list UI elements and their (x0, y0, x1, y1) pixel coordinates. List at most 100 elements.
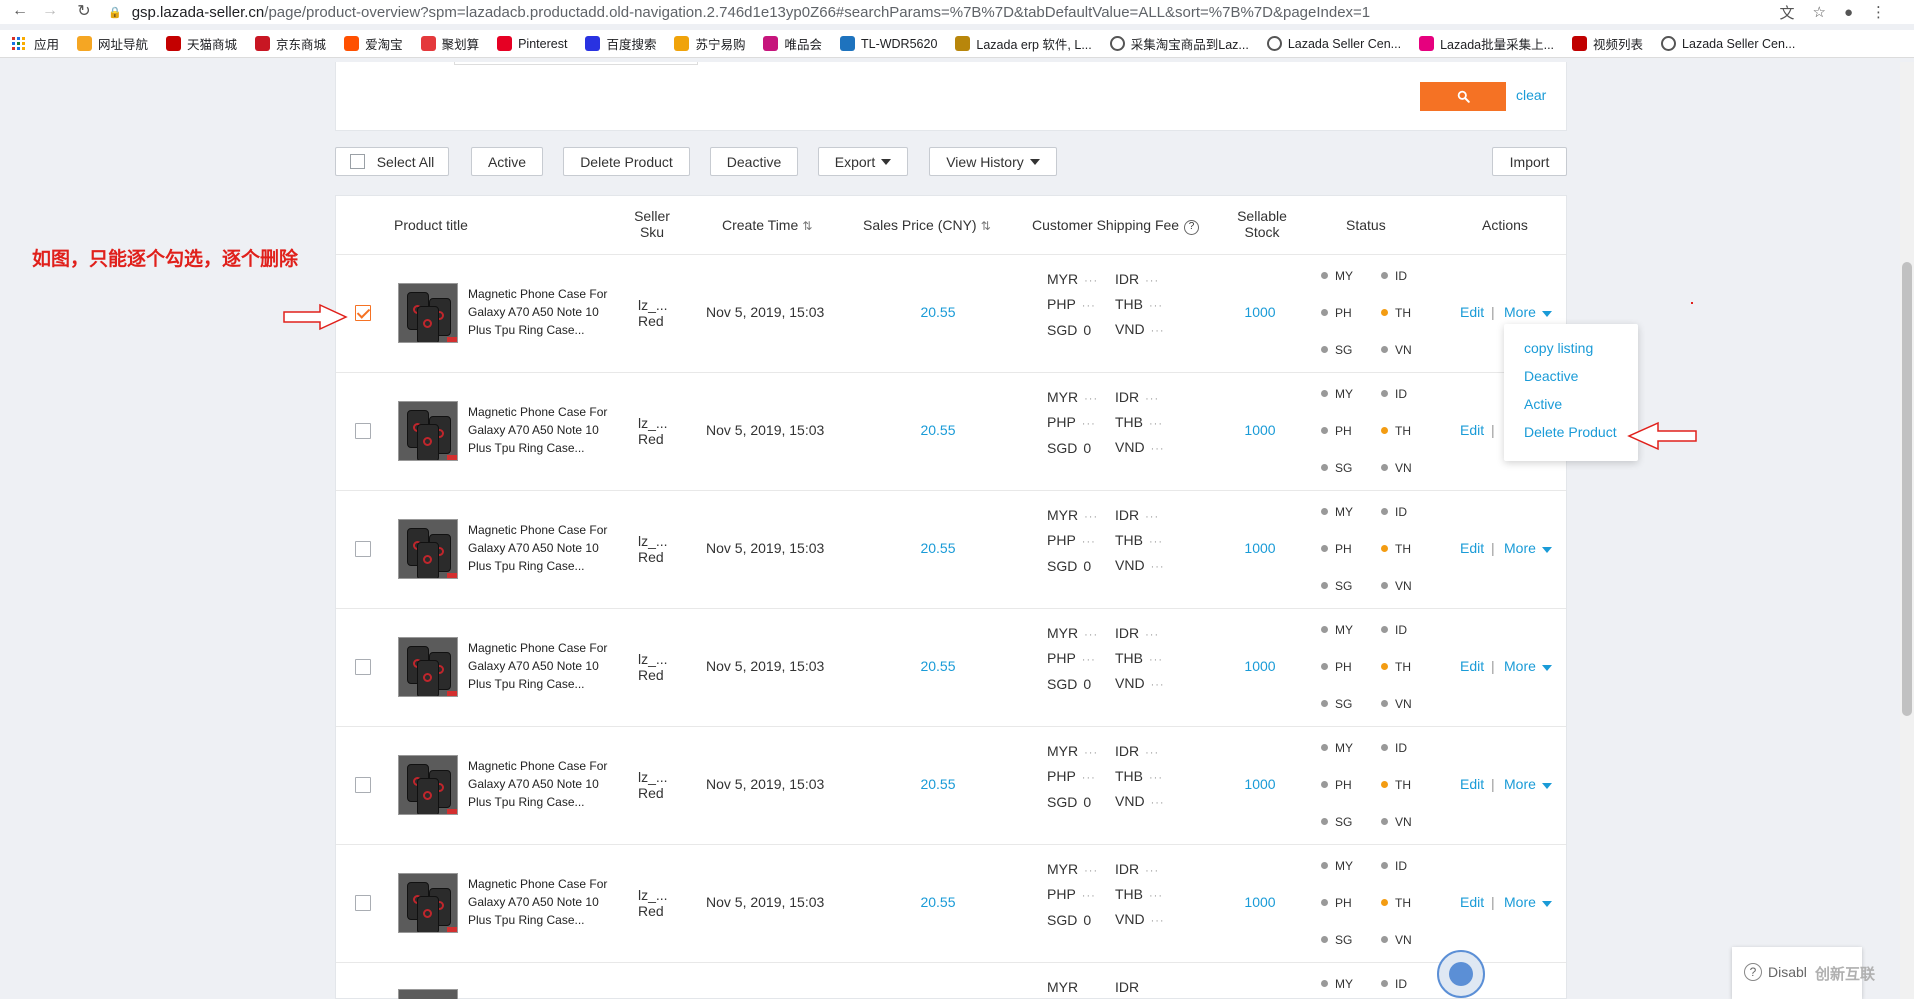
sales-price[interactable]: 20.55 (908, 540, 968, 556)
back-icon[interactable]: ← (8, 0, 32, 22)
fee-expand-icon[interactable]: ··· (1145, 747, 1159, 759)
product-title[interactable]: Magnetic Phone Case For Galaxy A70 A50 N… (468, 875, 618, 929)
product-thumbnail[interactable] (398, 283, 458, 343)
sellable-stock[interactable]: 1000 (1240, 658, 1280, 674)
product-thumbnail[interactable] (398, 989, 458, 999)
export-button[interactable]: Export (818, 147, 908, 176)
fee-expand-icon[interactable]: ··· (1082, 300, 1096, 312)
fee-expand-icon[interactable]: ··· (1145, 865, 1159, 877)
bookmark-item[interactable]: 聚划算 (420, 34, 479, 53)
sales-price[interactable]: 20.55 (908, 658, 968, 674)
row-checkbox[interactable] (355, 541, 371, 557)
fee-expand-icon[interactable]: ··· (1084, 511, 1098, 523)
row-checkbox[interactable] (355, 423, 371, 439)
menu-kebab-icon[interactable]: ⋮ (1871, 3, 1886, 21)
sellable-stock[interactable]: 1000 (1240, 894, 1280, 910)
bookmark-item[interactable]: Lazada Seller Cen... (1661, 36, 1795, 51)
deactive-button[interactable]: Deactive (710, 147, 798, 176)
fee-expand-icon[interactable]: ··· (1082, 418, 1096, 430)
bookmark-item[interactable]: 应用 (12, 34, 59, 53)
fee-expand-icon[interactable]: ··· (1145, 393, 1159, 405)
fee-expand-icon[interactable]: ··· (1149, 890, 1163, 902)
bookmark-item[interactable]: 百度搜索 (585, 34, 656, 53)
sales-price[interactable]: 20.55 (908, 894, 968, 910)
import-button[interactable]: Import (1492, 147, 1567, 176)
edit-link[interactable]: Edit (1460, 776, 1484, 792)
fee-expand-icon[interactable]: ··· (1084, 275, 1098, 287)
fee-expand-icon[interactable]: ··· (1082, 654, 1096, 666)
sales-price[interactable]: 20.55 (908, 304, 968, 320)
more-dropdown[interactable]: More (1504, 304, 1552, 320)
product-title[interactable]: Magnetic Phone Case For Galaxy A70 A50 N… (468, 639, 618, 693)
bookmark-item[interactable]: TL-WDR5620 (839, 36, 937, 51)
bookmark-item[interactable]: Lazada erp 软件, L... (955, 34, 1092, 53)
fee-expand-icon[interactable]: ··· (1084, 629, 1098, 641)
header-sales-price[interactable]: Sales Price (CNY) ⇅ (863, 217, 991, 234)
fee-expand-icon[interactable]: ··· (1151, 325, 1165, 337)
fee-expand-icon[interactable]: ··· (1151, 679, 1165, 691)
product-title[interactable]: Magnetic Phone Case For Galaxy A70 A50 N… (468, 521, 618, 575)
sellable-stock[interactable]: 1000 (1240, 540, 1280, 556)
product-thumbnail[interactable] (398, 637, 458, 697)
bookmark-item[interactable]: 苏宁易购 (674, 34, 745, 53)
fee-expand-icon[interactable]: ··· (1149, 418, 1163, 430)
sellable-stock[interactable]: 1000 (1240, 422, 1280, 438)
edit-link[interactable]: Edit (1460, 304, 1484, 320)
menu-item-active[interactable]: Active (1524, 396, 1562, 412)
bookmark-item[interactable]: 唯品会 (763, 34, 822, 53)
search-field-edge[interactable] (454, 62, 698, 65)
more-dropdown[interactable]: More (1504, 658, 1552, 674)
bookmark-item[interactable]: 采集淘宝商品到Laz... (1109, 34, 1249, 53)
product-title[interactable]: Magnetic Phone Case For Galaxy A70 A50 N… (468, 757, 618, 811)
fee-expand-icon[interactable]: ··· (1149, 300, 1163, 312)
product-title[interactable]: Magnetic Phone Case For Galaxy A70 A50 N… (468, 403, 618, 457)
translate-icon[interactable]: 文 (1779, 2, 1794, 23)
product-thumbnail[interactable] (398, 755, 458, 815)
select-all-button[interactable]: Select All (335, 147, 449, 176)
row-checkbox[interactable] (355, 777, 371, 793)
edit-link[interactable]: Edit (1460, 658, 1484, 674)
fee-expand-icon[interactable]: ··· (1149, 772, 1163, 784)
bookmark-item[interactable]: 网址导航 (77, 34, 148, 53)
account-icon[interactable]: ● (1844, 4, 1853, 21)
help-icon[interactable]: ? (1184, 219, 1200, 235)
row-checkbox[interactable] (355, 305, 371, 321)
view-history-button[interactable]: View History (929, 147, 1057, 176)
more-dropdown[interactable]: More (1504, 894, 1552, 910)
active-button[interactable]: Active (471, 147, 543, 176)
address-bar[interactable]: 🔒 gsp.lazada-seller.cn/page/product-over… (108, 0, 1788, 24)
clear-link[interactable]: clear (1516, 87, 1546, 103)
sales-price[interactable]: 20.55 (908, 422, 968, 438)
product-thumbnail[interactable] (398, 519, 458, 579)
menu-item-copy-listing[interactable]: copy listing (1524, 340, 1593, 356)
fee-expand-icon[interactable]: ··· (1084, 747, 1098, 759)
fee-expand-icon[interactable]: ··· (1149, 654, 1163, 666)
star-icon[interactable]: ☆ (1812, 3, 1825, 21)
product-thumbnail[interactable] (398, 873, 458, 933)
fee-expand-icon[interactable]: ··· (1151, 443, 1165, 455)
fee-expand-icon[interactable]: ··· (1082, 772, 1096, 784)
forward-icon[interactable]: → (38, 0, 62, 22)
more-dropdown[interactable]: More (1504, 540, 1552, 556)
bookmark-item[interactable]: Pinterest (497, 36, 567, 51)
fee-expand-icon[interactable]: ··· (1082, 536, 1096, 548)
row-checkbox[interactable] (355, 895, 371, 911)
page-scrollbar-thumb[interactable] (1902, 262, 1912, 716)
menu-item-deactive[interactable]: Deactive (1524, 368, 1578, 384)
bookmark-item[interactable]: Lazada Seller Cen... (1266, 36, 1401, 51)
edit-link[interactable]: Edit (1460, 894, 1484, 910)
fee-expand-icon[interactable]: ··· (1145, 511, 1159, 523)
row-checkbox[interactable] (355, 659, 371, 675)
edit-link[interactable]: Edit (1460, 540, 1484, 556)
more-dropdown[interactable]: More (1504, 776, 1552, 792)
bookmark-item[interactable]: Lazada批量采集上... (1419, 34, 1554, 53)
fee-expand-icon[interactable]: ··· (1151, 915, 1165, 927)
reload-icon[interactable]: ↻ (72, 0, 96, 22)
fee-expand-icon[interactable]: ··· (1082, 890, 1096, 902)
bookmark-item[interactable]: 天猫商城 (166, 34, 237, 53)
sort-icon[interactable]: ⇅ (981, 219, 991, 233)
delete-product-button[interactable]: Delete Product (563, 147, 690, 176)
edit-link[interactable]: Edit (1460, 422, 1484, 438)
product-title[interactable]: Magnetic Phone Case For Galaxy A70 A50 N… (468, 285, 618, 339)
sales-price[interactable]: 20.55 (908, 776, 968, 792)
